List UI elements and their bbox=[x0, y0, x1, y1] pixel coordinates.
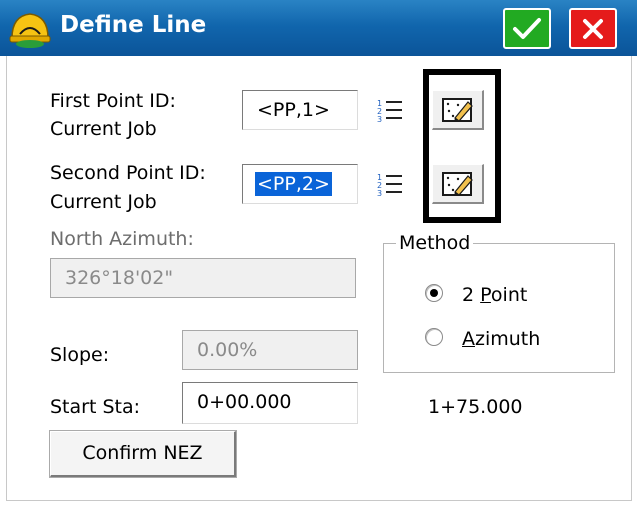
second-point-label: Second Point ID: bbox=[50, 162, 206, 184]
north-azimuth-label: North Azimuth: bbox=[50, 228, 194, 250]
radio-2-point[interactable] bbox=[425, 284, 443, 302]
second-point-source-label: Current Job bbox=[50, 191, 157, 213]
second-point-list-button[interactable]: 1 2 3 bbox=[365, 164, 415, 204]
first-point-source-label: Current Job bbox=[50, 118, 157, 140]
first-point-list-button[interactable]: 1 2 3 bbox=[365, 90, 415, 130]
method-groupbox bbox=[383, 243, 615, 373]
frame-border-right bbox=[631, 56, 632, 501]
hardhat-app-icon bbox=[9, 13, 51, 48]
start-sta-input[interactable]: 0+00.000 bbox=[182, 382, 358, 424]
start-sta-label: Start Sta: bbox=[50, 396, 141, 418]
radio-azimuth[interactable] bbox=[425, 328, 443, 346]
checkmark-icon bbox=[513, 17, 541, 39]
slope-label: Slope: bbox=[50, 344, 110, 366]
ok-button[interactable] bbox=[503, 8, 551, 49]
frame-border-bottom bbox=[6, 500, 631, 501]
end-sta-value: 1+75.000 bbox=[428, 396, 523, 418]
second-point-input[interactable]: <PP,2> bbox=[242, 164, 358, 204]
north-azimuth-field: 326°18'02" bbox=[50, 258, 356, 298]
first-point-label: First Point ID: bbox=[50, 90, 176, 112]
numbered-list-icon: 1 2 3 bbox=[377, 99, 402, 124]
frame-border-left bbox=[6, 56, 7, 500]
close-button[interactable] bbox=[569, 8, 617, 49]
confirm-nez-button[interactable]: Confirm NEZ bbox=[49, 430, 237, 478]
radio-2-point-label: 2 Point bbox=[462, 284, 528, 306]
window-title: Define Line bbox=[60, 12, 207, 38]
first-point-input[interactable]: <PP,1> bbox=[242, 90, 358, 130]
slope-field: 0.00% bbox=[182, 330, 358, 370]
method-option-2-point[interactable]: 2 Point bbox=[425, 282, 575, 308]
title-bar: Define Line bbox=[0, 0, 637, 56]
numbered-list-icon: 1 2 3 bbox=[377, 173, 402, 198]
second-point-selected-text: <PP,2> bbox=[255, 172, 332, 196]
svg-text:3: 3 bbox=[377, 115, 382, 124]
method-option-azimuth[interactable]: Azimuth bbox=[425, 326, 575, 352]
annotation-highlight-box bbox=[423, 69, 501, 223]
close-x-icon bbox=[583, 18, 603, 39]
radio-azimuth-label: Azimuth bbox=[462, 328, 541, 350]
svg-text:3: 3 bbox=[377, 189, 382, 198]
method-legend: Method bbox=[396, 231, 474, 255]
